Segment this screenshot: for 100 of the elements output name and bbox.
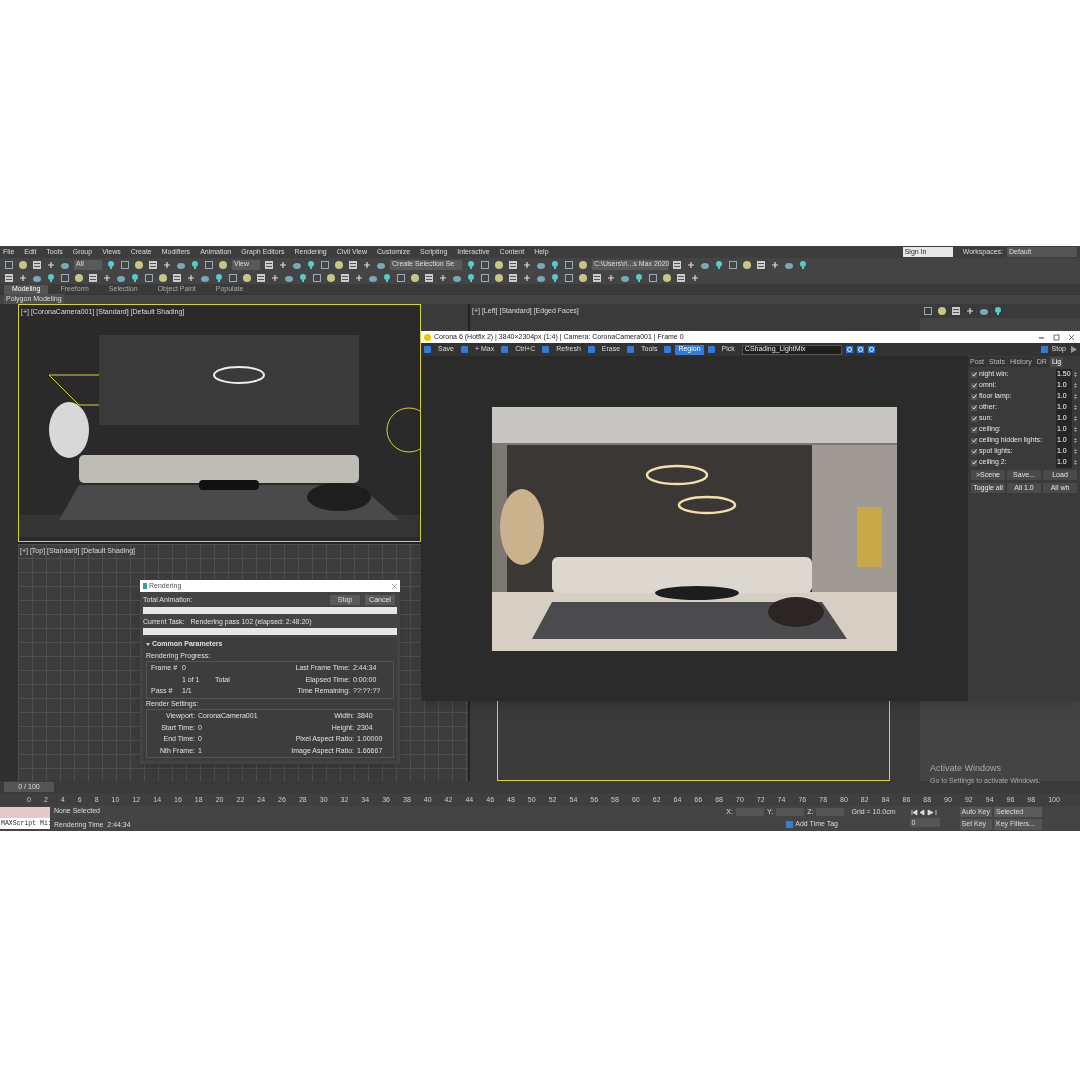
collapse-icon[interactable]: [146, 642, 150, 646]
frame-icon[interactable]: [204, 259, 214, 270]
spinner-icon[interactable]: [1074, 404, 1077, 411]
checkbox[interactable]: [971, 415, 977, 422]
spinner-icon[interactable]: [1074, 371, 1077, 378]
zoom-icon[interactable]: [845, 346, 853, 353]
close-icon[interactable]: [392, 583, 397, 589]
sphere-icon[interactable]: [578, 259, 588, 270]
smiley-icon: [424, 333, 431, 341]
frame-icon[interactable]: [144, 272, 154, 283]
frame-icon[interactable]: [312, 272, 322, 283]
sphere-icon[interactable]: [74, 272, 84, 283]
checkbox[interactable]: [971, 437, 977, 444]
sphere-icon[interactable]: [18, 259, 28, 270]
sphere-icon[interactable]: [494, 272, 504, 283]
frame-icon[interactable]: [60, 272, 70, 283]
spinner-icon[interactable]: [1074, 393, 1077, 400]
tool-icon[interactable]: [587, 346, 595, 353]
frame-icon[interactable]: [320, 259, 330, 270]
frame-icon[interactable]: [923, 306, 933, 316]
tool-icon[interactable]: [707, 346, 715, 353]
bulb-icon[interactable]: [466, 259, 476, 270]
frame-icon[interactable]: [564, 259, 574, 270]
panel-icon[interactable]: [148, 259, 158, 270]
bulb-icon[interactable]: [466, 272, 476, 283]
panel-icon[interactable]: [264, 259, 274, 270]
sphere-icon[interactable]: [334, 259, 344, 270]
checkbox[interactable]: [971, 459, 977, 466]
panel-icon[interactable]: [508, 259, 518, 270]
panel-icon[interactable]: [88, 272, 98, 283]
spinner-icon[interactable]: [1074, 437, 1077, 444]
bulb-icon[interactable]: [46, 272, 56, 283]
checkbox[interactable]: [971, 382, 977, 389]
panel-icon[interactable]: [592, 272, 602, 283]
panel-icon[interactable]: [32, 259, 42, 270]
sphere-icon[interactable]: [662, 272, 672, 283]
checkbox[interactable]: [971, 426, 977, 433]
checkbox[interactable]: [971, 448, 977, 455]
bulb-icon[interactable]: [214, 272, 224, 283]
bulb-icon[interactable]: [298, 272, 308, 283]
bulb-icon[interactable]: [306, 259, 316, 270]
zoom-icon[interactable]: [867, 346, 875, 353]
sphere-icon[interactable]: [410, 272, 420, 283]
bulb-icon[interactable]: [130, 272, 140, 283]
panel-icon[interactable]: [256, 272, 266, 283]
sphere-icon[interactable]: [937, 306, 947, 316]
frame-icon[interactable]: [228, 272, 238, 283]
tool-icon[interactable]: [542, 346, 550, 353]
zoom-icon[interactable]: [856, 346, 864, 353]
bulb-icon[interactable]: [550, 272, 560, 283]
bulb-icon[interactable]: [382, 272, 392, 283]
tool-icon[interactable]: [664, 346, 672, 353]
tool-icon[interactable]: [627, 346, 635, 353]
sphere-icon[interactable]: [326, 272, 336, 283]
panel-icon[interactable]: [340, 272, 350, 283]
window-controls-drawing[interactable]: [1037, 333, 1077, 341]
panel-icon[interactable]: [676, 272, 686, 283]
panel-icon[interactable]: [424, 272, 434, 283]
bulb-icon[interactable]: [550, 259, 560, 270]
panel-icon[interactable]: [508, 272, 518, 283]
sphere-icon[interactable]: [134, 259, 144, 270]
checkbox[interactable]: [971, 404, 977, 411]
checkbox[interactable]: [971, 393, 977, 400]
sphere-icon[interactable]: [494, 259, 504, 270]
sphere-icon[interactable]: [578, 272, 588, 283]
frame-icon[interactable]: [480, 272, 490, 283]
panel-icon[interactable]: [951, 306, 961, 316]
spinner-icon[interactable]: [1074, 459, 1077, 466]
bulb-icon[interactable]: [190, 259, 200, 270]
spinner-icon[interactable]: [1074, 382, 1077, 389]
frame-icon[interactable]: [728, 259, 738, 270]
frame-icon[interactable]: [120, 259, 130, 270]
sphere-icon[interactable]: [242, 272, 252, 283]
frame-icon[interactable]: [480, 259, 490, 270]
spinner-icon[interactable]: [1074, 415, 1077, 422]
play-icon[interactable]: [1070, 346, 1077, 353]
playback-controls-drawing[interactable]: [909, 809, 940, 816]
frame-icon[interactable]: [396, 272, 406, 283]
panel-icon[interactable]: [172, 272, 182, 283]
frame-icon[interactable]: [648, 272, 658, 283]
tool-icon[interactable]: [501, 346, 509, 353]
tool-icon[interactable]: [460, 346, 468, 353]
stop-icon[interactable]: [1040, 346, 1048, 353]
spinner-icon[interactable]: [1074, 448, 1077, 455]
frame-icon[interactable]: [4, 259, 14, 270]
bulb-icon[interactable]: [634, 272, 644, 283]
panel-icon[interactable]: [4, 272, 14, 283]
panel-icon[interactable]: [756, 259, 766, 270]
sphere-icon[interactable]: [742, 259, 752, 270]
bulb-icon[interactable]: [993, 306, 1003, 316]
bulb-icon[interactable]: [106, 259, 116, 270]
sphere-icon[interactable]: [218, 259, 228, 270]
panel-icon[interactable]: [348, 259, 358, 270]
checkbox[interactable]: [971, 371, 977, 378]
spinner-icon[interactable]: [1074, 426, 1077, 433]
bulb-icon[interactable]: [798, 259, 808, 270]
frame-icon[interactable]: [564, 272, 574, 283]
bulb-icon[interactable]: [714, 259, 724, 270]
sphere-icon[interactable]: [158, 272, 168, 283]
panel-icon[interactable]: [672, 259, 682, 270]
